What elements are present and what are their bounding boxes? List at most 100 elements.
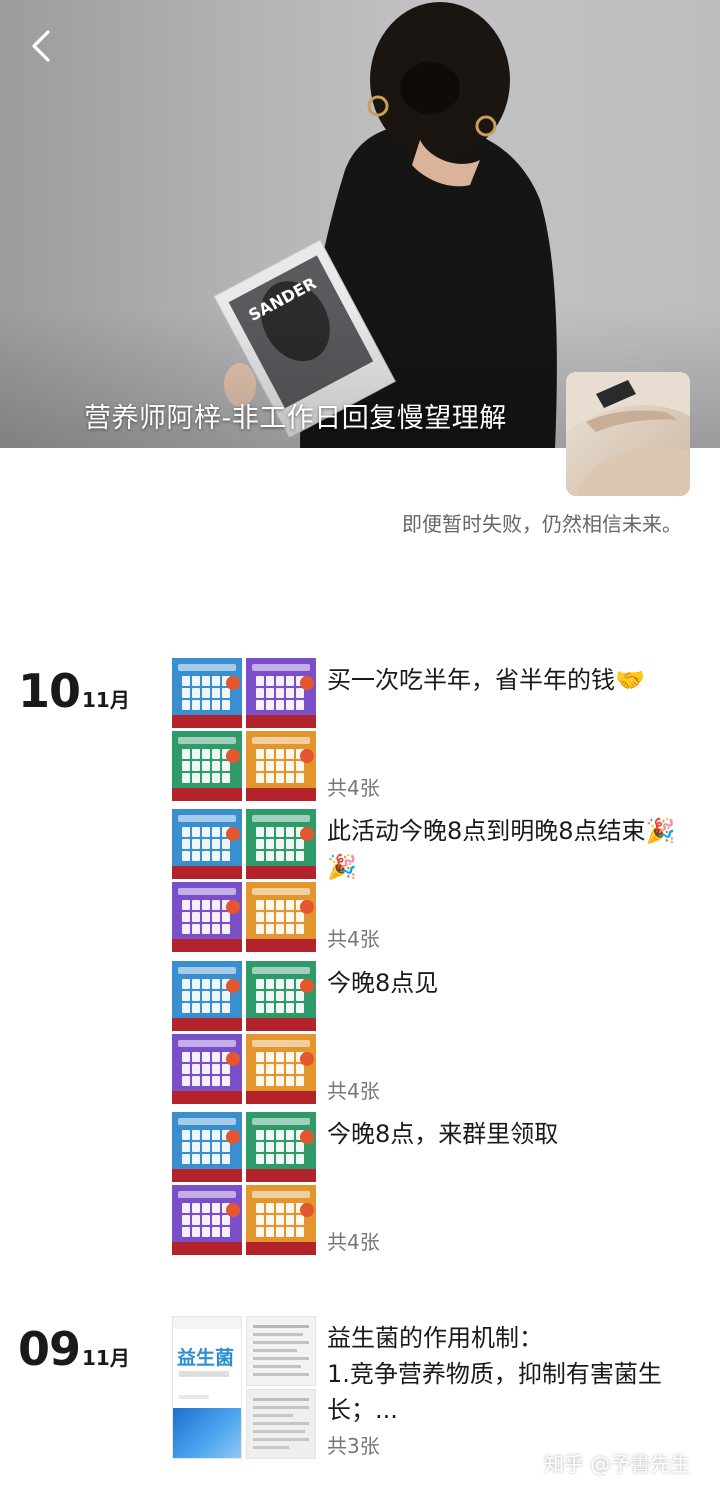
moment-post[interactable]: 此活动今晚8点到明晚8点结束🎉🎉 共4张 bbox=[172, 809, 702, 952]
photo-thumbnail[interactable] bbox=[172, 1185, 242, 1255]
post-text: 今晚8点，来群里领取 bbox=[327, 1120, 559, 1148]
image-grid[interactable] bbox=[172, 961, 316, 1104]
photo-thumbnail[interactable] bbox=[172, 1034, 242, 1104]
product-box bbox=[202, 1064, 210, 1074]
product-box bbox=[256, 839, 264, 849]
product-box bbox=[276, 1064, 284, 1074]
product-box bbox=[266, 676, 274, 686]
product-box bbox=[276, 912, 284, 922]
product-box bbox=[296, 1142, 304, 1152]
price-badge bbox=[226, 900, 240, 914]
product-box bbox=[276, 851, 284, 861]
product-box bbox=[182, 688, 190, 698]
product-box bbox=[202, 1130, 210, 1140]
product-box bbox=[182, 827, 190, 837]
image-count: 共4张 bbox=[327, 927, 380, 951]
product-box bbox=[212, 912, 220, 922]
product-box bbox=[256, 676, 264, 686]
product-box bbox=[256, 1227, 264, 1237]
product-box bbox=[202, 924, 210, 934]
product-box bbox=[266, 688, 274, 698]
image-grid[interactable] bbox=[172, 809, 316, 952]
product-box bbox=[212, 761, 220, 771]
moment-post[interactable]: 买一次吃半年，省半年的钱🤝 共4张 bbox=[172, 658, 702, 801]
product-box bbox=[286, 1203, 294, 1213]
price-badge bbox=[226, 749, 240, 763]
price-badge bbox=[226, 1052, 240, 1066]
avatar-photo bbox=[566, 372, 690, 496]
price-badge bbox=[300, 1052, 314, 1066]
photo-thumbnail[interactable] bbox=[246, 961, 316, 1031]
product-box bbox=[276, 991, 284, 1001]
product-box bbox=[182, 773, 190, 783]
product-box bbox=[202, 749, 210, 759]
product-box bbox=[192, 700, 200, 710]
price-band bbox=[172, 1169, 242, 1182]
product-box bbox=[192, 1052, 200, 1062]
product-box bbox=[286, 827, 294, 837]
product-box bbox=[296, 851, 304, 861]
product-box bbox=[266, 1130, 274, 1140]
photo-thumbnail[interactable] bbox=[246, 1112, 316, 1182]
product-box bbox=[192, 991, 200, 1001]
product-box bbox=[286, 773, 294, 783]
product-box bbox=[256, 991, 264, 1001]
photo-thumbnail[interactable] bbox=[246, 1389, 316, 1459]
photo-thumbnail[interactable] bbox=[246, 731, 316, 801]
product-box bbox=[182, 991, 190, 1001]
product-box bbox=[222, 1142, 230, 1152]
product-box bbox=[192, 900, 200, 910]
banner-header bbox=[178, 888, 236, 895]
image-count: 共4张 bbox=[327, 1230, 380, 1254]
product-box bbox=[212, 1003, 220, 1013]
product-box bbox=[182, 839, 190, 849]
photo-thumbnail[interactable] bbox=[246, 809, 316, 879]
product-box bbox=[202, 900, 210, 910]
photo-thumbnail[interactable] bbox=[246, 1034, 316, 1104]
product-box bbox=[276, 827, 284, 837]
book-title: 益生菌 bbox=[177, 1347, 235, 1369]
product-box bbox=[256, 749, 264, 759]
book-cover-thumbnail[interactable]: 益生菌 bbox=[172, 1316, 242, 1459]
photo-thumbnail[interactable] bbox=[172, 882, 242, 952]
photo-thumbnail[interactable] bbox=[246, 1316, 316, 1386]
product-box bbox=[256, 688, 264, 698]
product-box bbox=[296, 1064, 304, 1074]
product-box bbox=[296, 991, 304, 1001]
date-day: 10 bbox=[18, 664, 81, 718]
price-band bbox=[246, 1242, 316, 1255]
product-box bbox=[222, 1227, 230, 1237]
avatar[interactable] bbox=[566, 372, 690, 496]
product-box bbox=[286, 1215, 294, 1225]
product-box bbox=[266, 1076, 274, 1086]
photo-thumbnail[interactable] bbox=[172, 731, 242, 801]
price-badge bbox=[300, 749, 314, 763]
photo-thumbnail[interactable] bbox=[172, 1112, 242, 1182]
moment-post[interactable]: 今晚8点，来群里领取 共4张 bbox=[172, 1112, 702, 1255]
back-button[interactable] bbox=[22, 26, 62, 66]
photo-thumbnail[interactable] bbox=[246, 1185, 316, 1255]
photo-thumbnail[interactable] bbox=[172, 809, 242, 879]
product-box bbox=[192, 827, 200, 837]
price-badge bbox=[300, 900, 314, 914]
product-box bbox=[212, 851, 220, 861]
product-box bbox=[222, 1154, 230, 1164]
image-grid[interactable]: 益生菌 bbox=[172, 1316, 316, 1459]
product-box bbox=[182, 912, 190, 922]
product-box bbox=[222, 991, 230, 1001]
image-count: 共4张 bbox=[327, 776, 380, 800]
photo-thumbnail[interactable] bbox=[246, 882, 316, 952]
product-box bbox=[286, 991, 294, 1001]
product-box bbox=[202, 827, 210, 837]
image-grid[interactable] bbox=[172, 1112, 316, 1255]
product-box bbox=[202, 1076, 210, 1086]
product-box bbox=[266, 827, 274, 837]
product-box bbox=[286, 1154, 294, 1164]
price-badge bbox=[226, 676, 240, 690]
moment-post[interactable]: 益生菌 益生菌的作用机制： 1.竞争营养物质，抑制有害菌生长；... 共3张 bbox=[172, 1316, 702, 1459]
photo-thumbnail[interactable] bbox=[172, 961, 242, 1031]
photo-thumbnail[interactable] bbox=[172, 658, 242, 728]
image-grid[interactable] bbox=[172, 658, 316, 801]
moment-post[interactable]: 今晚8点见 共4张 bbox=[172, 961, 702, 1104]
photo-thumbnail[interactable] bbox=[246, 658, 316, 728]
